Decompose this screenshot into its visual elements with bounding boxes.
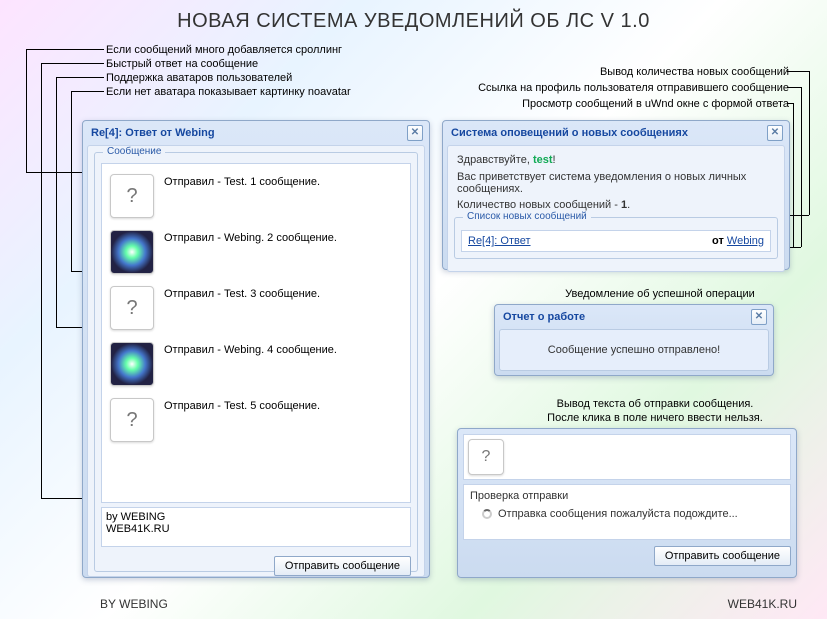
reply-window: Re[4]: Ответ от Webing ✕ Сообщение ? Отп… <box>82 120 430 578</box>
message-text: Отправил - Test. 1 сообщение. <box>164 174 320 188</box>
send-button[interactable]: Отправить сообщение <box>654 546 791 566</box>
avatar-image <box>110 230 154 274</box>
annotation: Вывод количества новых сообщений <box>600 66 789 78</box>
sending-editor[interactable]: Проверка отправки Отправка сообщения пож… <box>463 484 791 540</box>
message-text: Отправил - Webing. 4 сообщение. <box>164 342 337 356</box>
annotation: После клика в поле ничего ввести нельзя. <box>520 412 790 424</box>
username: test <box>533 154 553 166</box>
message-text: Отправил - Test. 3 сообщение. <box>164 286 320 300</box>
annotation: Если нет аватара показывает картинку noa… <box>106 86 351 98</box>
window-title: Отчет о работе <box>503 311 585 323</box>
welcome-text: Вас приветствует система уведомления о н… <box>457 171 775 195</box>
count-line: Количество новых сообщений - 1. <box>457 199 775 211</box>
annotation: Быстрый ответ на сообщение <box>106 58 258 70</box>
annotation: Если сообщений много добавляется сроллин… <box>106 44 342 56</box>
from-cell: от Webing <box>712 235 764 247</box>
text: Количество новых сообщений - <box>457 199 621 211</box>
subject-link[interactable]: Re[4]: Ответ <box>468 235 531 247</box>
status-line: Отправка сообщения пожалуйста подождите.… <box>470 508 784 520</box>
annotation: Просмотр сообщений в uWnd окне с формой … <box>522 98 789 110</box>
noavatar-icon: ? <box>110 286 154 330</box>
message-text: Отправил - Webing. 2 сообщение. <box>164 230 337 244</box>
annotation: Уведомление об успешной операции <box>530 288 790 300</box>
reply-textarea[interactable] <box>101 507 411 547</box>
group-label: Сообщение <box>103 146 165 157</box>
list-item: ? Отправил - Test. 1 сообщение. <box>106 168 406 224</box>
page-title: НОВАЯ СИСТЕМА УВЕДОМЛЕНИЙ ОБ ЛС V 1.0 <box>0 0 827 39</box>
check-label: Проверка отправки <box>470 490 784 502</box>
sending-window: ? Проверка отправки Отправка сообщения п… <box>457 428 797 578</box>
annotation: Вывод текста об отправки сообщения. <box>520 398 790 410</box>
report-window: Отчет о работе ✕ Сообщение успешно отпра… <box>494 304 774 376</box>
noavatar-icon: ? <box>110 398 154 442</box>
list-item: ? Отправил - Test. 5 сообщение. <box>106 392 406 448</box>
text: . <box>627 199 630 211</box>
window-title: Re[4]: Ответ от Webing <box>91 127 215 139</box>
profile-link[interactable]: Webing <box>727 235 764 247</box>
footer-credit: BY WEBING <box>100 597 168 611</box>
footer-site: WEB41K.RU <box>728 597 797 611</box>
group-label: Список новых сообщений <box>463 211 591 222</box>
spinner-icon <box>482 509 492 519</box>
notify-window: Система оповещений о новых сообщениях ✕ … <box>442 120 790 270</box>
annotation: Ссылка на профиль пользователя отправивш… <box>478 82 789 94</box>
text: от <box>712 235 727 247</box>
quote-area: ? <box>463 434 791 480</box>
list-item: ? Отправил - Test. 3 сообщение. <box>106 280 406 336</box>
annotation: Поддержка аватаров пользователей <box>106 72 292 84</box>
close-button[interactable]: ✕ <box>751 309 767 325</box>
text: ! <box>553 154 556 166</box>
avatar-image <box>110 342 154 386</box>
close-button[interactable]: ✕ <box>407 125 423 141</box>
close-button[interactable]: ✕ <box>767 125 783 141</box>
message-text: Отправил - Test. 5 сообщение. <box>164 398 320 412</box>
list-item: Отправил - Webing. 2 сообщение. <box>106 224 406 280</box>
list-item: Отправил - Webing. 4 сообщение. <box>106 336 406 392</box>
noavatar-icon: ? <box>110 174 154 218</box>
status-text: Отправка сообщения пожалуйста подождите.… <box>498 508 738 520</box>
message-row: Re[4]: Ответ от Webing <box>461 230 771 252</box>
report-body: Сообщение успешно отправлено! <box>499 329 769 371</box>
noavatar-icon: ? <box>468 439 504 475</box>
window-title: Система оповещений о новых сообщениях <box>451 127 688 139</box>
text: Здравствуйте, <box>457 154 533 166</box>
message-list[interactable]: ? Отправил - Test. 1 сообщение. Отправил… <box>101 163 411 503</box>
send-button[interactable]: Отправить сообщение <box>274 556 411 576</box>
greeting: Здравствуйте, test! <box>457 154 775 166</box>
